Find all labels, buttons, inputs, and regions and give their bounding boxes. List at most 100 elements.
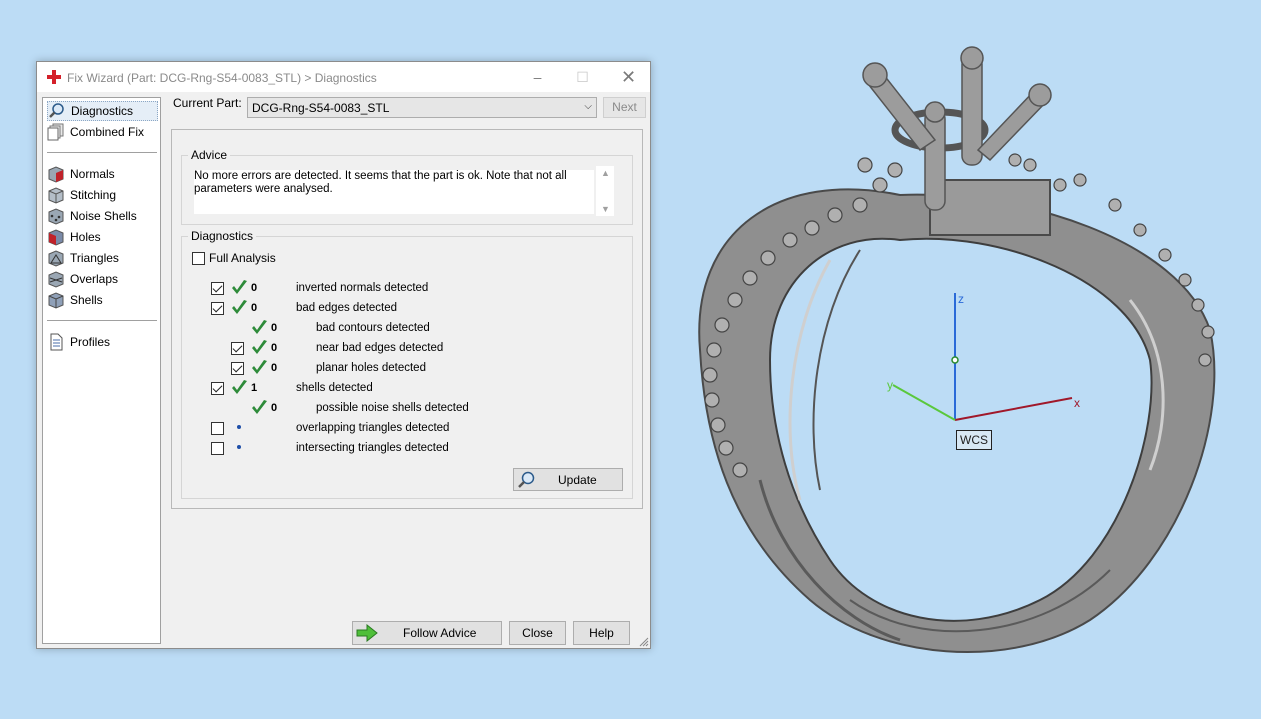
pages-icon bbox=[47, 123, 64, 141]
follow-advice-label: Follow Advice bbox=[403, 626, 477, 640]
current-part-label: Current Part: bbox=[173, 96, 242, 110]
wcs-label: WCS bbox=[956, 430, 992, 450]
diagnostic-row: 0 planar holes detected bbox=[182, 359, 622, 377]
window-title: Fix Wizard (Part: DCG-Rng-S54-0083_STL) … bbox=[67, 71, 377, 85]
diagnostic-count: 0 bbox=[271, 362, 278, 374]
checkbox[interactable] bbox=[231, 362, 244, 375]
advice-scrollbar[interactable]: ▲ ▼ bbox=[596, 166, 614, 216]
pending-dot-icon bbox=[237, 425, 241, 429]
diagnostic-label: near bad edges detected bbox=[316, 342, 444, 354]
sidebar-item-label: Shells bbox=[70, 293, 103, 307]
checkbox[interactable] bbox=[192, 251, 205, 265]
sidebar-item-triangles[interactable]: Triangles bbox=[47, 248, 158, 268]
advice-text: No more errors are detected. It seems th… bbox=[194, 170, 594, 214]
full-analysis-checkbox[interactable]: Full Analysis bbox=[192, 251, 276, 265]
diagnostic-label: shells detected bbox=[296, 382, 373, 394]
chevron-down-icon: ⌵ bbox=[584, 101, 592, 112]
follow-advice-button[interactable]: Follow Advice bbox=[352, 621, 502, 645]
sidebar-item-overlaps[interactable]: Overlaps bbox=[47, 269, 158, 289]
axis-z-label: z bbox=[958, 292, 964, 306]
green-check-icon bbox=[232, 280, 247, 294]
sidebar-item-label: Triangles bbox=[70, 251, 119, 265]
next-button[interactable]: Next bbox=[603, 97, 646, 118]
diagnostic-row: 0 possible noise shells detected bbox=[182, 399, 622, 417]
cube-shell-icon bbox=[48, 292, 64, 309]
cube-dots-icon bbox=[48, 208, 64, 225]
current-part-select[interactable]: DCG-Rng-S54-0083_STL ⌵ bbox=[247, 97, 597, 118]
scroll-down-icon[interactable]: ▼ bbox=[601, 204, 610, 214]
checkbox[interactable] bbox=[211, 302, 224, 315]
diagnostic-row: 0 inverted normals detected bbox=[182, 279, 622, 297]
close-window-button[interactable]: ✕ bbox=[606, 62, 651, 92]
maximize-button[interactable]: ☐ bbox=[560, 62, 605, 92]
axis-y-label: y bbox=[887, 378, 893, 392]
cube-stitch-icon bbox=[48, 187, 64, 204]
diagnostic-count: 0 bbox=[251, 282, 258, 294]
sidebar-item-diagnostics[interactable]: Diagnostics bbox=[47, 101, 158, 121]
diagnostic-count: 0 bbox=[251, 302, 258, 314]
advice-title: Advice bbox=[188, 148, 231, 162]
pending-dot-icon bbox=[237, 445, 241, 449]
scroll-up-icon[interactable]: ▲ bbox=[601, 168, 610, 178]
sidebar-item-normals[interactable]: Normals bbox=[47, 164, 158, 184]
sidebar-item-label: Combined Fix bbox=[70, 125, 145, 139]
document-icon bbox=[50, 333, 63, 351]
checkbox[interactable] bbox=[211, 382, 224, 395]
sidebar-item-shells[interactable]: Shells bbox=[47, 290, 158, 310]
sidebar-item-label: Stitching bbox=[70, 188, 117, 202]
diagnostic-count: 0 bbox=[271, 322, 278, 334]
title-bar[interactable]: Fix Wizard (Part: DCG-Rng-S54-0083_STL) … bbox=[37, 62, 650, 92]
diagnostic-row: intersecting triangles detected bbox=[182, 439, 622, 457]
update-button[interactable]: Update bbox=[513, 468, 623, 491]
fix-wizard-dialog: Fix Wizard (Part: DCG-Rng-S54-0083_STL) … bbox=[36, 61, 651, 649]
diagnostic-count: 0 bbox=[271, 342, 278, 354]
sidebar-item-label: Holes bbox=[70, 230, 101, 244]
diagnostic-label: planar holes detected bbox=[316, 362, 426, 374]
green-arrow-icon bbox=[356, 624, 378, 642]
current-part-value: DCG-Rng-S54-0083_STL bbox=[252, 101, 390, 115]
minimize-button[interactable]: – bbox=[515, 62, 560, 92]
green-check-icon bbox=[252, 400, 267, 414]
magnifier-icon bbox=[49, 103, 64, 118]
axis-x-label: x bbox=[1074, 396, 1080, 410]
sidebar-item-label: Profiles bbox=[70, 335, 111, 349]
green-check-icon bbox=[232, 380, 247, 394]
cube-triangle-icon bbox=[48, 250, 64, 267]
green-check-icon bbox=[252, 320, 267, 334]
sidebar-item-holes[interactable]: Holes bbox=[47, 227, 158, 247]
diagnostic-count: 1 bbox=[251, 382, 258, 394]
update-label: Update bbox=[558, 473, 597, 487]
diagnostic-row: 0 bad contours detected bbox=[182, 319, 622, 337]
sidebar-item-stitching[interactable]: Stitching bbox=[47, 185, 158, 205]
full-analysis-label: Full Analysis bbox=[209, 251, 276, 265]
red-cross-icon bbox=[47, 70, 61, 84]
sidebar-separator bbox=[47, 320, 157, 321]
sidebar-item-noise-shells[interactable]: Noise Shells bbox=[47, 206, 158, 226]
sidebar-item-label: Diagnostics bbox=[71, 104, 134, 118]
magnifier-icon bbox=[518, 471, 535, 488]
checkbox[interactable] bbox=[211, 442, 224, 455]
sidebar-separator bbox=[47, 152, 157, 153]
diagnostic-count: 0 bbox=[271, 402, 278, 414]
resize-grip-icon[interactable] bbox=[639, 637, 649, 647]
checkbox[interactable] bbox=[211, 422, 224, 435]
diagnostic-row: overlapping triangles detected bbox=[182, 419, 622, 437]
green-check-icon bbox=[252, 340, 267, 354]
checkbox[interactable] bbox=[211, 282, 224, 295]
sidebar: Diagnostics Combined Fix Normals Stitchi… bbox=[42, 97, 161, 644]
diagnostic-row: 0 bad edges detected bbox=[182, 299, 622, 317]
close-button[interactable]: Close bbox=[509, 621, 566, 645]
green-check-icon bbox=[232, 300, 247, 314]
diagnostic-label: bad contours detected bbox=[316, 322, 430, 334]
help-button[interactable]: Help bbox=[573, 621, 630, 645]
diagnostic-label: intersecting triangles detected bbox=[296, 442, 449, 454]
sidebar-item-combined-fix[interactable]: Combined Fix bbox=[47, 122, 158, 142]
checkbox[interactable] bbox=[231, 342, 244, 355]
cube-red-icon bbox=[48, 166, 64, 183]
diagnostic-label: possible noise shells detected bbox=[316, 402, 469, 414]
sidebar-item-profiles[interactable]: Profiles bbox=[47, 332, 158, 352]
green-check-icon bbox=[252, 360, 267, 374]
diagnostics-title: Diagnostics bbox=[188, 229, 257, 243]
diagnostic-label: inverted normals detected bbox=[296, 282, 429, 294]
cube-hole-icon bbox=[48, 229, 64, 246]
